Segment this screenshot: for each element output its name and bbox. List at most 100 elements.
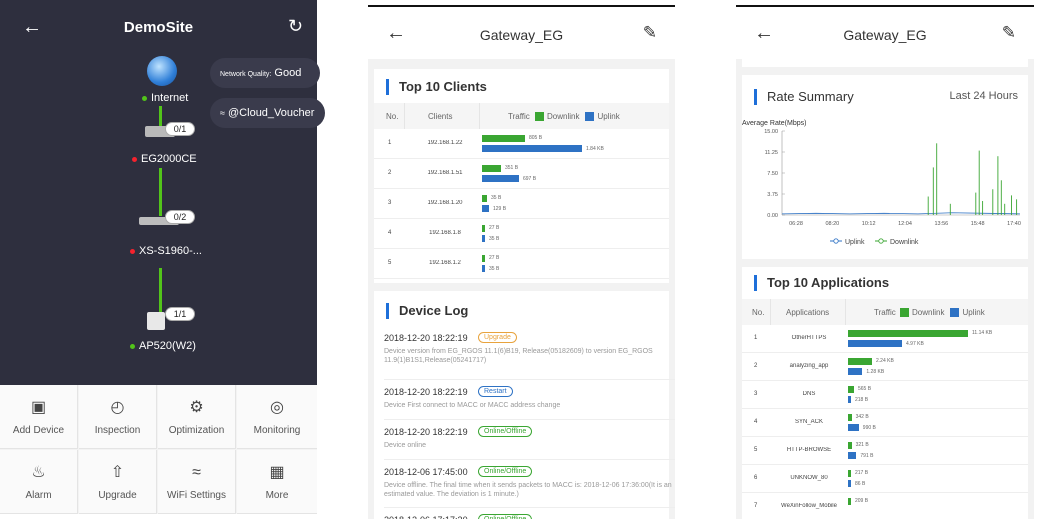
downlink-value: 35 B	[491, 195, 502, 201]
row-no: 5	[388, 260, 392, 266]
uplink-bar	[482, 235, 485, 242]
node-switch[interactable]: XS-S1960-...	[130, 245, 202, 257]
rate-chart: Average Rate(Mbps) 15.00 11.25 7.50 3.75 0.00…	[742, 120, 1021, 246]
table-row[interactable]: 5 192.168.1.2 27 B 35 B	[374, 249, 669, 279]
table-row[interactable]: 1 192.168.1.22 805 B 1.84 KB	[374, 129, 669, 159]
downlink-bar	[848, 498, 851, 505]
table-row[interactable]: 2 analyzing_app 2.24 KB 1.28 KB	[742, 353, 1028, 381]
row-no: 3	[754, 391, 758, 397]
table-row[interactable]: 1 OtherHTTPS 11.14 KB 4.97 KB	[742, 325, 1028, 353]
node-internet[interactable]: Internet	[142, 92, 188, 104]
y-tick-label: 11.25	[765, 150, 778, 156]
card-title: Top 10 Clients	[386, 79, 487, 95]
table-row[interactable]: 4 SYN_ACK 342 B 990 B	[742, 409, 1028, 437]
grid-label: More	[265, 490, 289, 501]
table-row[interactable]: 7 WeXinFollow_Mobile 209 B	[742, 493, 1028, 519]
add-device-button[interactable]: ▣ Add Device	[0, 385, 78, 449]
wifi-icon: ≈	[192, 464, 201, 481]
inspection-button[interactable]: ◴ Inspection	[79, 385, 157, 449]
row-name: 192.168.1.8	[429, 230, 461, 236]
network-quality-label: Network Quality:	[220, 71, 272, 78]
access-point-icon	[147, 312, 165, 330]
table-row[interactable]: 2 192.168.1.51 351 B 697 B	[374, 159, 669, 189]
downlink-bar	[482, 135, 525, 142]
row-no: 2	[388, 170, 392, 176]
x-tick-label: 15:48	[971, 221, 985, 227]
wifi-icon: ≈	[220, 108, 225, 118]
downlink-bar	[848, 386, 854, 393]
log-separator	[384, 379, 675, 380]
uplink-value: 4.97 KB	[906, 341, 924, 347]
row-no: 4	[754, 419, 758, 425]
y-tick-label: 3.75	[767, 192, 778, 198]
uplink-bar	[482, 205, 489, 212]
alarm-button[interactable]: ♨ Alarm	[0, 450, 78, 514]
grid-label: Add Device	[12, 425, 65, 436]
bell-icon: ♨	[31, 464, 46, 481]
grid-icon: ▦	[269, 464, 285, 481]
row-name: WeXinFollow_Mobile	[781, 503, 837, 509]
row-name: 192.168.1.22	[427, 140, 463, 146]
table-row[interactable]: 3 192.168.1.20 35 B 129 B	[374, 189, 669, 219]
col-clients: Clients	[428, 112, 453, 121]
node-eg2000ce[interactable]: EG2000CE	[132, 153, 197, 165]
log-separator	[384, 419, 675, 420]
table-row[interactable]: 5 HTTP-BROWSE 321 B 791 B	[742, 437, 1028, 465]
port-badge: 1/1	[165, 307, 195, 321]
card-fragment	[742, 59, 1028, 67]
optimization-button[interactable]: ⚙ Optimization	[158, 385, 236, 449]
table-header: No. Applications Traffic Downlink Uplink	[742, 299, 1028, 325]
log-separator	[384, 459, 675, 460]
downlink-value: 209 B	[855, 498, 869, 504]
device-log-card: Device Log 2018-12-20 18:22:19 Upgrade Dev…	[374, 291, 675, 519]
action-grid: ▣ Add Device ◴ Inspection ⚙ Optimization ◎ M…	[0, 385, 317, 514]
downlink-value: 565 B	[858, 386, 872, 392]
node-label: AP520(W2)	[139, 340, 196, 352]
col-no: No.	[386, 112, 399, 121]
internet-globe-icon	[147, 56, 177, 86]
upgrade-button[interactable]: ⇧ Upgrade	[79, 450, 157, 514]
row-no: 7	[754, 503, 758, 509]
edit-icon[interactable]: ✎	[1002, 23, 1016, 43]
wifi-settings-button[interactable]: ≈ WiFi Settings	[158, 450, 236, 514]
legend-downlink-marker	[878, 238, 884, 244]
network-quality-pill[interactable]: Network Quality: Good	[210, 58, 320, 88]
downlink-swatch	[535, 112, 544, 122]
log-text: Device offline. The final time when it s…	[384, 482, 672, 498]
table-row[interactable]: 3 DNS 565 B 218 B	[742, 381, 1028, 409]
row-no: 2	[754, 363, 758, 369]
legend: Downlink Uplink	[894, 308, 985, 318]
table-row[interactable]: 6 UNKNOW_80 217 B 86 B	[742, 465, 1028, 493]
log-time: 2018-12-20 18:22:19	[384, 333, 468, 343]
downlink-swatch	[900, 308, 909, 318]
col-traffic: Traffic	[874, 308, 896, 317]
row-no: 1	[388, 140, 392, 146]
node-ap520[interactable]: AP520(W2)	[130, 340, 196, 352]
downlink-value: 805 B	[529, 135, 543, 141]
link-line	[159, 106, 162, 126]
row-name: 192.168.1.51	[427, 170, 463, 176]
uplink-value: 990 B	[862, 425, 876, 431]
downlink-value: 351 B	[505, 165, 519, 171]
y-axis-label: Average Rate(Mbps)	[742, 120, 806, 127]
log-tag: Online/Offline	[478, 466, 533, 477]
card-title: Top 10 Applications	[754, 275, 889, 291]
period-label[interactable]: Last 24 Hours	[950, 90, 1018, 102]
row-no: 5	[754, 447, 758, 453]
uplink-bar	[848, 368, 863, 375]
log-tag: Online/Offline	[478, 426, 533, 437]
y-tick-label: 15.00	[764, 129, 778, 135]
downlink-bar	[482, 225, 485, 232]
uplink-bar	[482, 145, 582, 152]
edit-icon[interactable]: ✎	[643, 23, 657, 43]
downlink-value: 27 B	[489, 255, 500, 261]
log-time: 2018-12-06 17:17:30	[384, 515, 468, 519]
table-row[interactable]: 4 192.168.1.8 27 B 35 B	[374, 219, 669, 249]
monitoring-button[interactable]: ◎ Monitoring	[237, 385, 317, 449]
upgrade-icon: ⇧	[110, 464, 125, 481]
refresh-icon[interactable]: ↻	[288, 16, 303, 37]
log-tag: Restart	[478, 386, 513, 397]
wifi-ssid-pill[interactable]: ≈ @Cloud_Voucher	[210, 98, 325, 128]
more-button[interactable]: ▦ More	[237, 450, 317, 514]
row-no: 6	[754, 475, 758, 481]
